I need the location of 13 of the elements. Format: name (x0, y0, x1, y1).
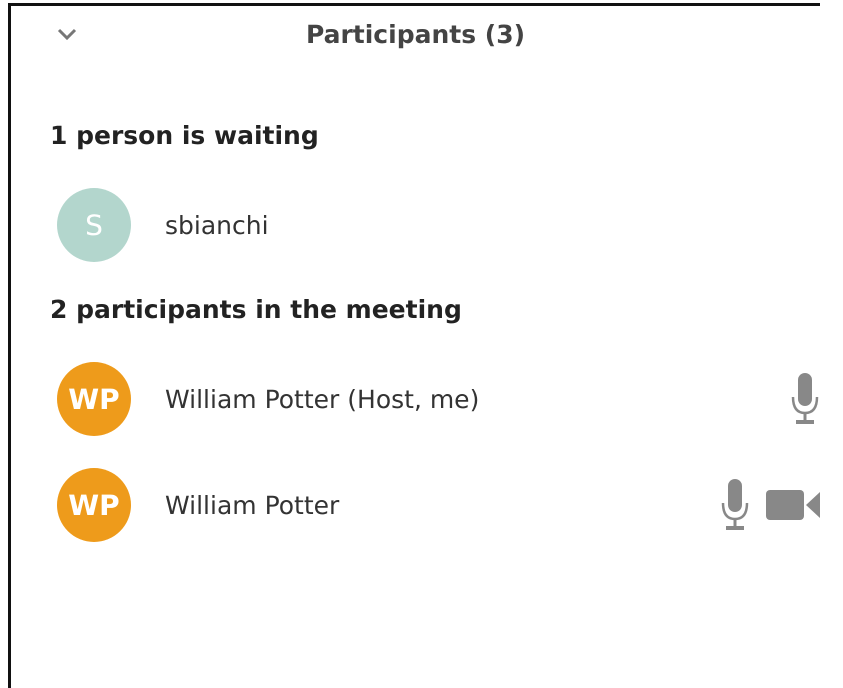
avatar: WP (57, 468, 131, 542)
participant-name: William Potter (165, 490, 340, 520)
section-heading: 2 participants in the meeting (50, 294, 463, 326)
panel-title: Participants (3) (304, 20, 526, 48)
chevron-down-icon[interactable] (57, 28, 77, 40)
section-heading: 1 person is waiting (50, 120, 320, 152)
microphone-icon[interactable] (720, 479, 750, 531)
video-camera-icon[interactable] (766, 488, 820, 522)
participant-name: William Potter (Host, me) (165, 384, 480, 414)
microphone-icon[interactable] (790, 373, 820, 425)
participant-name: sbianchi (165, 210, 270, 240)
avatar: S (57, 188, 131, 262)
avatar: WP (57, 362, 131, 436)
